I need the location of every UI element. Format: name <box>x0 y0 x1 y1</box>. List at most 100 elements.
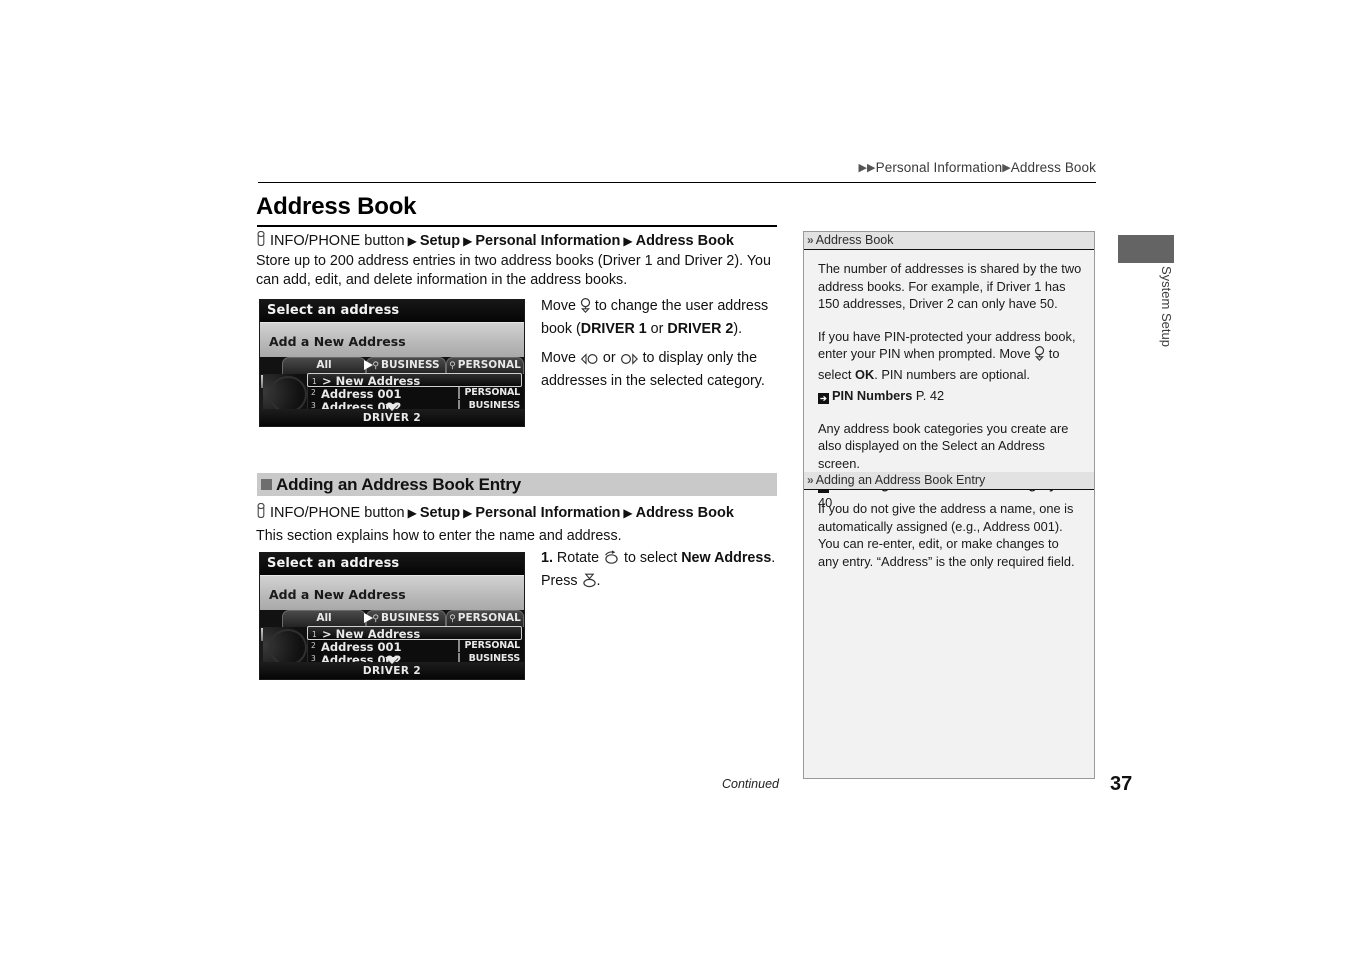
ref-label-pin-numbers: PIN Numbers <box>832 388 913 403</box>
section-heading-label: Adding an Address Book Entry <box>276 475 522 494</box>
note2-line1: If you have PIN-protected your address b… <box>818 328 1076 344</box>
screen-footer-2: DRIVER 2 <box>260 657 524 679</box>
note-chevron-icon-1: » <box>807 233 814 247</box>
thumb-tab-label: System Setup <box>1159 266 1174 347</box>
category-tabs-2: All ⚲ BUSINESS ⚲ PERSONAL <box>260 610 524 627</box>
nav-button-label-2: INFO/PHONE button <box>270 505 405 521</box>
nav2-step-personal-information: Personal Information <box>475 505 621 521</box>
scroll-down-arrow-icon-2 <box>385 657 399 664</box>
row-category-2-2: PERSONAL <box>464 640 521 651</box>
note2-ok: OK <box>855 366 875 382</box>
joystick-down-icon-note <box>1034 345 1045 366</box>
tab-business-label-1: BUSINESS <box>380 359 440 371</box>
screen-title-1: Select an address <box>260 300 524 322</box>
callout1-move2-text: Move <box>541 350 580 366</box>
note-chevron-icon-2: » <box>807 473 814 487</box>
step-1-instruction: 1. Rotate to select New Address. Press . <box>541 549 781 594</box>
add-new-address-label-2: Add a New Address <box>269 587 406 602</box>
section-bullet-icon <box>261 479 272 490</box>
nav-step-personal-information: Personal Information <box>475 233 621 249</box>
nav-arrow-1: ▶ <box>407 233 417 248</box>
page-title: Address Book <box>256 193 417 220</box>
joystick-right-icon <box>620 352 639 372</box>
note-header-label-1: Address Book <box>815 233 894 247</box>
knob-graphic-2 <box>263 627 308 666</box>
note-header-address-book: » Address Book <box>804 232 1094 250</box>
nav-arrow-2: ▶ <box>463 233 473 248</box>
nav-step-address-book: Address Book <box>635 233 734 249</box>
scroll-down-arrow-icon-1 <box>385 404 399 411</box>
ref-page-pin-numbers: P. 42 <box>915 388 945 403</box>
tab-all-2[interactable]: All <box>282 610 366 627</box>
callout1-driver1: DRIVER 1 <box>580 320 647 337</box>
tab-business-1[interactable]: ⚲ BUSINESS <box>366 357 446 374</box>
joystick-left-icon <box>580 352 599 372</box>
driver-label-2: DRIVER 2 <box>362 665 422 677</box>
info-phone-button-icon <box>256 230 266 251</box>
nav-path-primary: INFO/PHONE button ▶ Setup ▶ Personal Informa… <box>256 230 734 251</box>
step1-text-b: to select <box>620 550 682 566</box>
nav-screen-select-an-address-2: Select an address Add a New Address All … <box>259 552 525 680</box>
nav2-arrow-1: ▶ <box>407 505 417 520</box>
add-new-address-bar-1[interactable]: Add a New Address <box>260 322 524 357</box>
runhead-arrow-1: ▶ <box>858 162 868 174</box>
driver-label-1: DRIVER 2 <box>362 412 422 424</box>
callout1-or2: or <box>598 350 620 366</box>
joystick-down-icon <box>580 297 591 320</box>
note2-line3a: select <box>818 366 855 382</box>
knob-graphic-1 <box>263 374 308 413</box>
info-phone-button-icon-2 <box>256 502 266 523</box>
row-number-2-2: 2 <box>311 641 316 650</box>
tab-personal-2[interactable]: ⚲ PERSONAL <box>446 610 524 627</box>
list-item-address-001-2[interactable]: 2 Address 001 PERSONAL <box>307 639 522 654</box>
tab-right-arrow-icon-1 <box>364 360 373 370</box>
tab-business-label-2: BUSINESS <box>380 612 440 624</box>
tab-personal-label-2: PERSONAL <box>457 612 521 624</box>
nav2-arrow-3: ▶ <box>623 505 633 520</box>
runhead-separator: ▶ <box>1002 162 1011 174</box>
step1-target: New Address <box>681 550 772 566</box>
tab-right-arrow-icon-2 <box>364 613 373 623</box>
note-reference-pin-numbers[interactable]: ➔ PIN Numbers P. 42 <box>818 387 1082 405</box>
note-header-label-2: Adding an Address Book Entry <box>815 473 986 487</box>
rotate-knob-icon <box>603 550 620 572</box>
nav2-step-address-book: Address Book <box>635 505 734 521</box>
row-category-2-1: PERSONAL <box>464 387 521 398</box>
personal-category-icon-2: ⚲ <box>449 614 456 624</box>
nav2-arrow-2: ▶ <box>463 505 473 520</box>
row-label-2-2: Address 001 <box>321 639 402 654</box>
nav-step-setup: Setup <box>419 233 461 249</box>
tab-business-2[interactable]: ⚲ BUSINESS <box>366 610 446 627</box>
note2-line2a: enter your PIN when prompted. Move <box>818 346 1035 361</box>
list-item-new-address-1[interactable]: 1 > New Address <box>307 373 522 388</box>
add-new-address-bar-2[interactable]: Add a New Address <box>260 575 524 610</box>
nav-button-label: INFO/PHONE button <box>270 233 405 249</box>
business-category-icon-2: ⚲ <box>372 614 379 624</box>
row-number-1-2: 1 <box>312 629 317 639</box>
thumb-tab-marker <box>1118 235 1174 263</box>
page-number: 37 <box>1110 773 1133 795</box>
row-label-2-1: Address 001 <box>321 386 402 401</box>
tab-all-label-1: All <box>316 359 332 371</box>
row-divider-2-2 <box>458 640 460 652</box>
note-paragraph-1: The number of addresses is shared by the… <box>818 261 1082 311</box>
row-number-2-1: 2 <box>311 388 316 397</box>
row-divider-2-1 <box>458 387 460 399</box>
nav-screen-select-an-address-1: Select an address Add a New Address All … <box>259 299 525 427</box>
side-notes-panel: » Address Book The number of addresses is… <box>803 231 1095 779</box>
tab-all-1[interactable]: All <box>282 357 366 374</box>
tab-personal-label-1: PERSONAL <box>457 359 521 371</box>
list-item-address-001-1[interactable]: 2 Address 001 PERSONAL <box>307 386 522 401</box>
running-head-rule <box>258 182 1096 183</box>
nav2-step-setup: Setup <box>419 505 461 521</box>
step-number: 1. <box>541 550 553 566</box>
note-paragraph-3: Any address book categories you create a… <box>818 420 1069 471</box>
reference-arrow-icon-1: ➔ <box>818 393 829 404</box>
press-knob-icon <box>582 573 597 595</box>
list-item-new-address-2[interactable]: 1 > New Address <box>307 626 522 641</box>
callout1-driver2: DRIVER 2 <box>667 320 734 337</box>
category-tabs-1: All ⚲ BUSINESS ⚲ PERSONAL <box>260 357 524 374</box>
nav-path-secondary: INFO/PHONE button ▶ Setup ▶ Personal Informa… <box>256 502 734 523</box>
runhead-arrow-2: ▶ <box>867 162 876 174</box>
tab-personal-1[interactable]: ⚲ PERSONAL <box>446 357 524 374</box>
